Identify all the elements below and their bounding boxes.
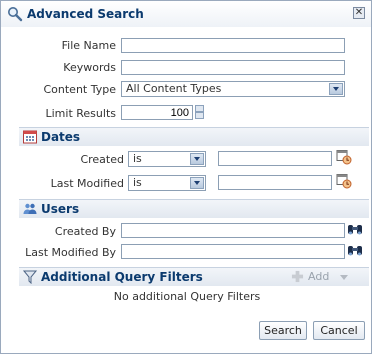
content-type-label: Content Type	[43, 83, 116, 96]
cancel-button[interactable]: Cancel	[313, 321, 365, 340]
calendar-clock-icon[interactable]	[336, 149, 352, 165]
created-operator-select[interactable]: is	[128, 151, 206, 167]
last-modified-label: Last Modified	[50, 177, 124, 190]
keywords-label: Keywords	[63, 61, 116, 74]
stepper-down-icon[interactable]	[195, 112, 204, 119]
limit-results-input[interactable]	[121, 105, 193, 120]
stepper-up-icon[interactable]	[195, 105, 204, 112]
users-section-title: Users	[41, 202, 80, 216]
query-filters-section-header[interactable]: Additional Query Filters Add	[19, 267, 369, 286]
dates-section-title: Dates	[41, 130, 81, 144]
last-modified-by-label: Last Modified By	[25, 246, 116, 259]
advanced-search-dialog: Advanced Search ✕ File Name Keywords Con…	[0, 0, 372, 354]
chevron-down-icon[interactable]	[329, 83, 343, 95]
users-icon	[23, 203, 37, 214]
last-modified-date-input[interactable]	[218, 175, 332, 190]
binoculars-icon[interactable]	[347, 244, 363, 258]
content-type-value: All Content Types	[126, 82, 222, 95]
binoculars-icon[interactable]	[347, 223, 363, 237]
limit-results-stepper[interactable]	[195, 105, 204, 119]
last-modified-operator-value: is	[133, 176, 142, 189]
plus-icon	[291, 270, 304, 283]
add-filter-button[interactable]: Add	[291, 269, 351, 284]
calendar-grid-icon	[23, 130, 37, 144]
created-label: Created	[80, 153, 124, 166]
content-type-select[interactable]: All Content Types	[121, 81, 345, 97]
query-filters-section-title: Additional Query Filters	[41, 270, 203, 284]
dates-section-header[interactable]: Dates	[19, 127, 369, 146]
dialog-titlebar: Advanced Search ✕	[1, 1, 371, 27]
dialog-title: Advanced Search	[27, 7, 144, 21]
funnel-icon	[23, 270, 37, 284]
no-filters-message: No additional Query Filters	[113, 290, 261, 303]
created-operator-value: is	[133, 152, 142, 165]
search-icon	[8, 7, 23, 22]
last-modified-by-input[interactable]	[121, 244, 345, 259]
chevron-down-icon[interactable]	[340, 275, 348, 280]
close-button[interactable]: ✕	[353, 7, 365, 19]
calendar-clock-icon[interactable]	[336, 173, 352, 189]
limit-results-label: Limit Results	[45, 107, 117, 120]
chevron-down-icon[interactable]	[190, 153, 204, 165]
created-date-input[interactable]	[218, 151, 332, 166]
last-modified-operator-select[interactable]: is	[128, 175, 206, 191]
created-by-input[interactable]	[121, 223, 345, 238]
keywords-input[interactable]	[121, 60, 345, 75]
chevron-down-icon[interactable]	[190, 177, 204, 189]
file-name-label: File Name	[61, 39, 116, 52]
users-section-header[interactable]: Users	[19, 199, 369, 218]
file-name-input[interactable]	[121, 38, 345, 53]
add-filter-label: Add	[308, 270, 330, 283]
search-button[interactable]: Search	[259, 321, 307, 340]
created-by-label: Created By	[54, 225, 116, 238]
